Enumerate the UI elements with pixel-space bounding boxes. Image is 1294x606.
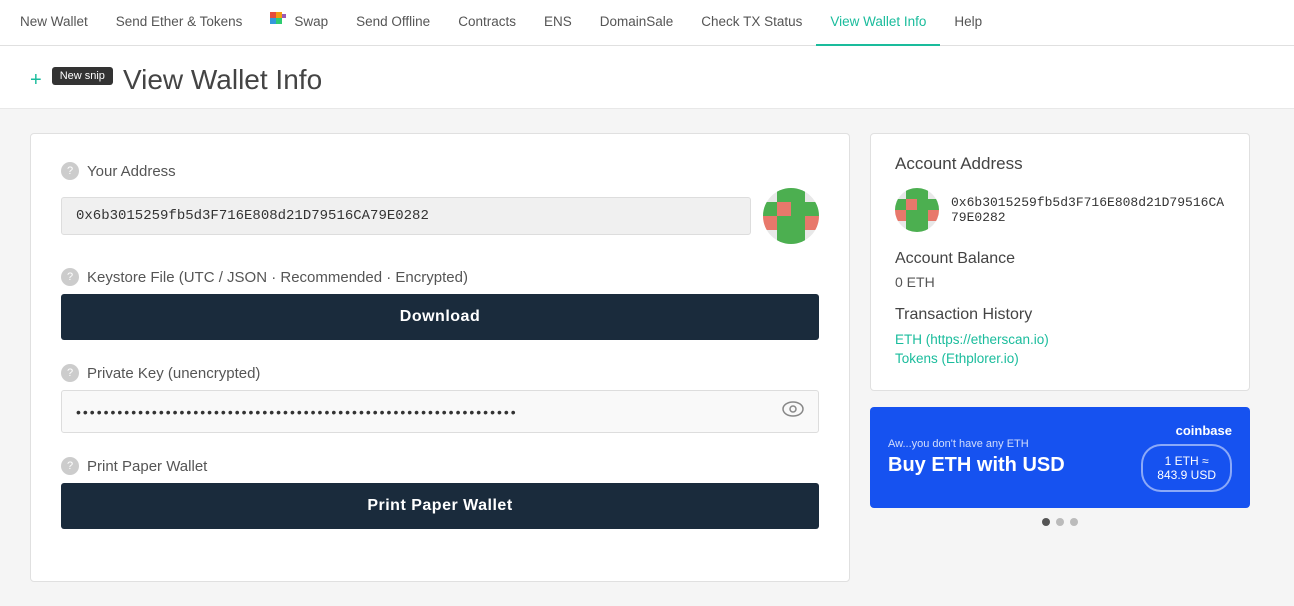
download-button[interactable]: Download — [61, 294, 819, 340]
private-key-row: ••••••••••••••••••••••••••••••••••••••••… — [61, 390, 819, 433]
address-field-row: ? Your Address 0x6b3015259fb5d3F716E808d… — [61, 162, 819, 244]
coinbase-banner: Aw...you don't have any ETH Buy ETH with… — [870, 407, 1250, 508]
nav-view-wallet[interactable]: View Wallet Info — [816, 0, 940, 46]
print-help-icon[interactable]: ? — [61, 457, 79, 475]
dot-1[interactable] — [1042, 518, 1050, 526]
account-address-row: 0x6b3015259fb5d3F716E808d21D79516CA79E02… — [895, 188, 1225, 232]
nav-new-wallet[interactable]: New Wallet — [20, 0, 102, 46]
private-key-help-icon[interactable]: ? — [61, 364, 79, 382]
page-header: + New snip View Wallet Info — [0, 46, 1294, 109]
keystore-help-icon[interactable]: ? — [61, 268, 79, 286]
private-key-field-row: ? Private Key (unencrypted) ••••••••••••… — [61, 364, 819, 433]
page-title: View Wallet Info — [123, 64, 322, 96]
address-label: Your Address — [87, 163, 176, 180]
coinbase-right-col: coinbase 1 ETH ≈ 843.9 USD — [1141, 423, 1232, 492]
private-key-dots: ••••••••••••••••••••••••••••••••••••••••… — [76, 404, 774, 420]
banner-dots — [870, 518, 1250, 526]
address-help-icon[interactable]: ? — [61, 162, 79, 180]
account-address-title: Account Address — [895, 154, 1225, 174]
print-field-row: ? Print Paper Wallet Print Paper Wallet — [61, 457, 819, 529]
left-panel: ? Your Address 0x6b3015259fb5d3F716E808d… — [30, 133, 850, 582]
right-panel: Account Address — [870, 133, 1250, 582]
keystore-label: Keystore File (UTC / JSON · Recommended … — [87, 269, 468, 286]
nav-contracts[interactable]: Contracts — [444, 0, 530, 46]
keystore-field-row: ? Keystore File (UTC / JSON · Recommende… — [61, 268, 819, 340]
print-label: Print Paper Wallet — [87, 458, 207, 475]
tooltip-bubble: New snip — [52, 67, 113, 85]
address-identicon — [763, 188, 819, 244]
nav-domain-sale[interactable]: DomainSale — [586, 0, 688, 46]
main-content: ? Your Address 0x6b3015259fb5d3F716E808d… — [0, 109, 1294, 606]
plus-button[interactable]: + — [30, 69, 42, 92]
coinbase-brand: coinbase — [1176, 423, 1232, 438]
account-identicon — [895, 188, 939, 232]
coinbase-text-col: Aw...you don't have any ETH Buy ETH with… — [888, 438, 1129, 477]
rate-line2: 843.9 USD — [1157, 468, 1216, 482]
nav-swap[interactable]: Swap — [256, 0, 342, 46]
swap-icon — [270, 12, 290, 31]
print-button[interactable]: Print Paper Wallet — [61, 483, 819, 529]
nav-check-tx[interactable]: Check TX Status — [687, 0, 816, 46]
dot-2[interactable] — [1056, 518, 1064, 526]
tx-tokens-link[interactable]: Tokens (Ethplorer.io) — [895, 351, 1225, 366]
tx-eth-link[interactable]: ETH (https://etherscan.io) — [895, 332, 1225, 347]
tx-history-title: Transaction History — [895, 306, 1225, 324]
address-row: 0x6b3015259fb5d3F716E808d21D79516CA79E02… — [61, 188, 819, 244]
nav-send-ether[interactable]: Send Ether & Tokens — [102, 0, 257, 46]
address-input: 0x6b3015259fb5d3F716E808d21D79516CA79E02… — [61, 197, 751, 235]
nav-help[interactable]: Help — [940, 0, 996, 46]
private-key-label: Private Key (unencrypted) — [87, 365, 260, 382]
account-balance-value: 0 ETH — [895, 274, 1225, 290]
nav-bar: New Wallet Send Ether & Tokens Swap Send… — [0, 0, 1294, 46]
coinbase-label: Aw...you don't have any ETH — [888, 438, 1129, 450]
coinbase-cta: Buy ETH with USD — [888, 454, 1129, 477]
rate-line1: 1 ETH ≈ — [1157, 454, 1216, 468]
account-balance-title: Account Balance — [895, 250, 1225, 268]
dot-3[interactable] — [1070, 518, 1078, 526]
nav-ens[interactable]: ENS — [530, 0, 586, 46]
nav-send-offline[interactable]: Send Offline — [342, 0, 444, 46]
account-address-text: 0x6b3015259fb5d3F716E808d21D79516CA79E02… — [951, 195, 1225, 225]
coinbase-rate-btn[interactable]: 1 ETH ≈ 843.9 USD — [1141, 444, 1232, 492]
show-private-key-icon[interactable] — [782, 401, 804, 422]
account-card: Account Address — [870, 133, 1250, 391]
